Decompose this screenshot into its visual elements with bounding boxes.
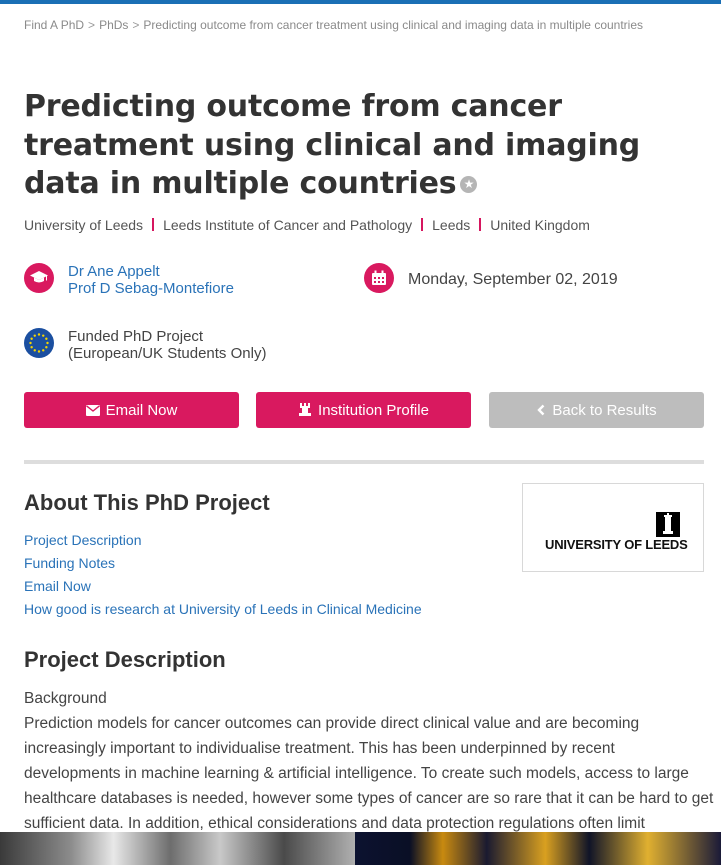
email-now-button[interactable]: Email Now (24, 392, 239, 428)
about-links: Project Description Funding Notes Email … (24, 529, 422, 621)
location-list: University of Leeds Leeds Institute of Ca… (24, 217, 590, 233)
location-divider (152, 218, 155, 231)
institution-profile-label: Institution Profile (318, 401, 429, 419)
location-country[interactable]: United Kingdom (490, 217, 590, 233)
eu-star (33, 334, 36, 337)
toc-link-funding-notes[interactable]: Funding Notes (24, 552, 422, 575)
supervisor-link[interactable]: Dr Ane Appelt (68, 263, 234, 281)
location-city[interactable]: Leeds (432, 217, 470, 233)
eu-star (45, 346, 48, 349)
breadcrumb-separator: > (132, 18, 140, 32)
eu-star (42, 334, 45, 337)
eu-star (37, 333, 41, 336)
breadcrumb-find-a-phd[interactable]: Find A PhD (24, 18, 84, 32)
project-description-heading: Project Description (24, 647, 226, 672)
eu-star (33, 349, 36, 352)
eu-star (42, 349, 45, 352)
project-description-text: Prediction models for cancer outcomes ca… (24, 715, 714, 832)
institution-profile-button[interactable]: Institution Profile (256, 392, 471, 428)
eu-star (29, 341, 32, 345)
back-to-results-button[interactable]: Back to Results (489, 392, 704, 428)
eu-star (30, 337, 33, 340)
footer-banner-image (0, 832, 721, 865)
project-subheading: Background (24, 690, 107, 707)
university-logo[interactable]: UNIVERSITY OF LEEDS (522, 483, 704, 572)
graduation-cap-icon (24, 263, 54, 293)
about-heading: About This PhD Project (24, 490, 270, 515)
banner-photo-right (355, 832, 721, 865)
eu-star (37, 350, 41, 353)
eu-star (46, 341, 49, 345)
envelope-icon (85, 404, 100, 416)
location-department[interactable]: Leeds Institute of Cancer and Pathology (163, 217, 412, 233)
eu-star (30, 346, 33, 349)
location-divider (421, 218, 424, 231)
page-title-text: Predicting outcome from cancer treatment… (24, 89, 641, 201)
calendar-icon (364, 263, 394, 293)
university-logo-text: UNIVERSITY OF LEEDS (545, 537, 688, 552)
university-crest-icon (656, 512, 680, 537)
funding-eligibility: (European/UK Students Only) (68, 344, 267, 362)
chevron-left-icon (537, 404, 545, 416)
supervisor-link[interactable]: Prof D Sebag-Montefiore (68, 280, 234, 298)
section-divider (24, 460, 704, 464)
breadcrumb-phds[interactable]: PhDs (99, 18, 128, 32)
top-accent-bar (0, 0, 721, 4)
toc-link-research-quality[interactable]: How good is research at University of Le… (24, 598, 422, 621)
deadline-date: Monday, September 02, 2019 (408, 271, 618, 288)
supervisor-list: Dr Ane Appelt Prof D Sebag-Montefiore (68, 263, 234, 298)
toc-link-email-now[interactable]: Email Now (24, 575, 422, 598)
breadcrumb-current: Predicting outcome from cancer treatment… (143, 18, 644, 32)
location-university[interactable]: University of Leeds (24, 217, 143, 233)
project-description-body: Background Prediction models for cancer … (24, 686, 714, 836)
banner-photo-left (0, 832, 355, 865)
back-to-results-label: Back to Results (552, 401, 657, 419)
institution-icon (299, 403, 312, 416)
breadcrumb: Find A PhD > PhDs > Predicting outcome from … (24, 13, 664, 38)
toc-link-project-description[interactable]: Project Description (24, 529, 422, 552)
email-now-label: Email Now (105, 401, 178, 419)
star-icon[interactable]: ★ (460, 176, 478, 193)
funding-type: Funded PhD Project (European/UK Students… (68, 328, 267, 362)
funding-type-line: Funded PhD Project (68, 328, 204, 345)
breadcrumb-separator: > (88, 18, 96, 32)
eu-flag-icon (24, 328, 54, 358)
page-title: Predicting outcome from cancer treatment… (24, 88, 684, 204)
location-divider (479, 218, 482, 231)
eu-star (45, 337, 48, 340)
